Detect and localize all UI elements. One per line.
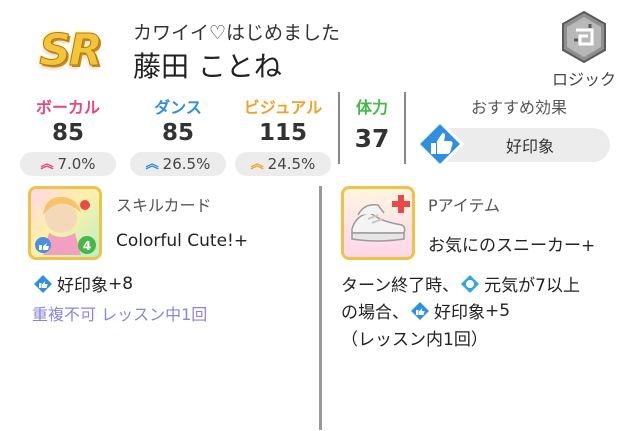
stat-value-stamina: 37 — [354, 124, 390, 153]
stat-bonus-vocal: ︽ 7.0% — [20, 152, 116, 176]
p-item-line2-keyword: 好印象 — [434, 303, 485, 323]
stat-value-visual: 115 — [258, 120, 307, 146]
effect-label: 好印象 — [57, 276, 108, 296]
bonus-text: 24.5% — [267, 155, 316, 173]
p-item-type: Pアイテム — [428, 196, 501, 215]
recommended-effect: おすすめ効果 好印象 — [414, 94, 614, 168]
skill-card-note: 重複不可 レッスン中1回 — [32, 305, 208, 324]
stat-vocal: ボーカル 85 ︽ 7.0% — [20, 94, 116, 176]
p-item-line1-keyword: 元気 — [484, 276, 519, 296]
recommended-value: 好印象 — [505, 137, 554, 156]
stat-visual: ビジュアル 115 ︽ 24.5% — [235, 94, 331, 176]
plan-indicator[interactable]: ロジック — [540, 10, 628, 90]
skill-card-effect: 好印象 +8 — [32, 271, 133, 296]
skill-card-cost: 4 — [83, 239, 91, 253]
skill-card-thumbnail[interactable]: 4 — [28, 186, 102, 260]
card-subtitle: カワイイ♡はじめました — [133, 22, 341, 44]
stat-value-vocal: 85 — [51, 120, 84, 146]
skill-card-name: Colorful Cute!+ — [116, 231, 249, 251]
idol-name: 藤田 ことね — [133, 50, 282, 83]
good-impression-icon — [416, 120, 464, 168]
good-impression-icon — [32, 272, 54, 295]
stat-label-visual: ビジュアル — [243, 98, 323, 117]
p-item-effect-line-1: ターン終了時、 元気 が7以上 — [341, 271, 580, 296]
recommended-pill: 好印象 — [416, 120, 610, 168]
rarity-badge: SR — [26, 20, 114, 80]
stat-bonus-dance: ︽ 26.5% — [130, 152, 226, 176]
vitality-icon — [459, 272, 482, 295]
divider — [404, 92, 406, 164]
stat-value-dance: 85 — [161, 120, 194, 146]
chevron-up-icon: ︽ — [145, 156, 159, 172]
p-item-effect-line-3: （レッスン内1回） — [341, 330, 488, 350]
effect-amount: +8 — [108, 273, 134, 294]
p-item-line2-suffix: +5 — [485, 300, 511, 321]
p-item-line1-prefix: ターン終了時、 — [341, 276, 460, 296]
section-divider — [319, 186, 322, 430]
logic-plan-icon — [562, 10, 606, 64]
p-item-effect-line-2: の場合、 好印象 +5 — [341, 298, 510, 323]
p-item-thumbnail[interactable] — [341, 186, 415, 260]
chevron-up-icon: ︽ — [40, 156, 54, 172]
p-item-line2-prefix: の場合、 — [341, 303, 409, 323]
recommended-label: おすすめ効果 — [470, 98, 567, 117]
stat-stamina: 体力 37 — [340, 94, 404, 153]
skill-card-type: スキルカード — [116, 196, 212, 215]
stat-label-dance: ダンス — [154, 98, 202, 117]
stat-label-vocal: ボーカル — [35, 98, 100, 117]
bonus-text: 26.5% — [162, 155, 211, 173]
chevron-up-icon: ︽ — [250, 156, 264, 172]
stat-dance: ダンス 85 ︽ 26.5% — [130, 94, 226, 176]
p-item-name: お気にのスニーカー+ — [428, 236, 596, 256]
stat-bonus-visual: ︽ 24.5% — [235, 152, 331, 176]
plan-label: ロジック — [551, 70, 616, 89]
sneaker-icon — [351, 195, 410, 242]
bonus-text: 7.0% — [57, 155, 96, 173]
skill-card-art: 4 — [35, 197, 96, 255]
rarity-text: SR — [39, 24, 104, 76]
good-impression-icon — [409, 299, 431, 322]
p-item-line1-suffix: が7以上 — [518, 276, 580, 296]
stat-label-stamina: 体力 — [355, 98, 388, 117]
